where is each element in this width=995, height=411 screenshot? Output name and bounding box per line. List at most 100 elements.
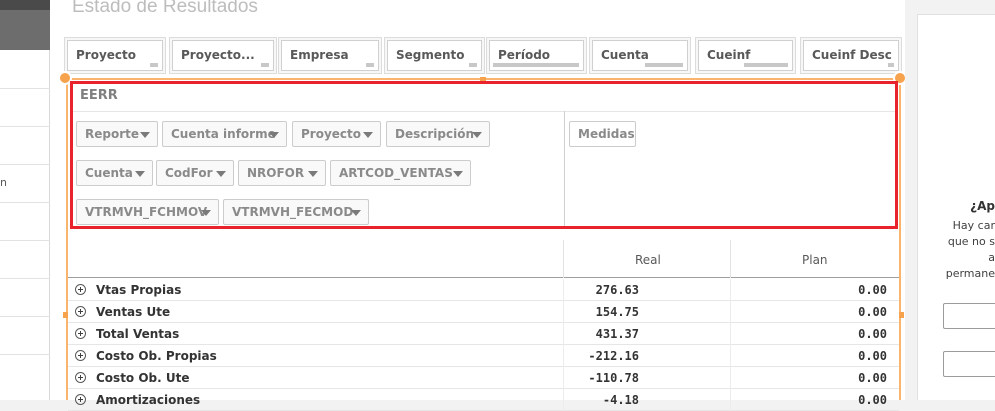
side-card: ¿Ap Hay car que no s a permane xyxy=(917,14,995,400)
filter-pane-periodo[interactable]: Período xyxy=(486,37,587,74)
expand-plus-icon[interactable] xyxy=(75,306,86,317)
filter-label: Cueinf Desc xyxy=(812,48,892,62)
caret-down-icon xyxy=(216,171,226,177)
sidebar-divider xyxy=(0,126,50,127)
dimension-chip-nrofor[interactable]: NROFOR xyxy=(238,160,326,186)
sidebar-divider xyxy=(0,278,50,279)
cell-plan: 0.00 xyxy=(858,371,887,385)
filter-pane-empresa[interactable]: Empresa xyxy=(278,37,382,74)
side-card-heading: ¿Ap xyxy=(970,199,995,213)
dimension-label: Cuenta informe xyxy=(171,127,276,141)
cell-real: 431.37 xyxy=(595,327,639,341)
caret-down-icon xyxy=(201,210,211,216)
dimension-chip-descripcion[interactable]: Descripción xyxy=(386,121,490,147)
sidebar-divider xyxy=(0,316,50,317)
dimension-chip-vtrmvh-fecmod[interactable]: VTRMVH_FECMOD xyxy=(223,199,369,225)
cell-real: -212.16 xyxy=(588,349,639,363)
dimension-label: Descripción xyxy=(395,127,474,141)
row-label: Ventas Ute xyxy=(96,305,171,319)
dimension-label: NROFOR xyxy=(247,166,305,180)
dimension-chip-reporte[interactable]: Reporte xyxy=(76,121,158,147)
cell-plan: 0.00 xyxy=(858,283,887,297)
side-card-text: que no s xyxy=(947,235,995,248)
dimension-label: VTRMVH_FCHMOV xyxy=(85,205,208,219)
column-header-plan[interactable]: Plan xyxy=(802,253,828,267)
filter-state-bar xyxy=(150,63,158,67)
filter-label: Empresa xyxy=(290,48,349,62)
filter-state-bar xyxy=(744,63,788,67)
filter-label: Cuenta xyxy=(601,48,649,62)
side-card-input[interactable] xyxy=(943,303,995,329)
dimension-label: Medidas xyxy=(578,127,635,141)
dimension-chip-artcod-ventas[interactable]: ARTCOD_VENTAS xyxy=(330,160,471,186)
filter-label: Proyecto... xyxy=(181,48,255,62)
expand-plus-icon[interactable] xyxy=(75,328,86,339)
pivot-panel-divider xyxy=(564,111,565,226)
filter-pane-segmento[interactable]: Segmento xyxy=(384,37,485,74)
dimension-label: CodFor xyxy=(165,166,213,180)
filter-state-bar xyxy=(888,63,894,67)
dimension-label: Cuenta xyxy=(85,166,133,180)
sidebar-divider xyxy=(0,88,50,89)
dimension-chip-codfor[interactable]: CodFor xyxy=(156,160,234,186)
caret-down-icon xyxy=(472,132,482,138)
filter-state-bar xyxy=(493,63,579,67)
dimension-chip-proyecto[interactable]: Proyecto xyxy=(292,121,381,147)
filter-pane-cueinf[interactable]: Cueinf xyxy=(695,37,796,74)
expand-plus-icon[interactable] xyxy=(75,284,86,295)
dimension-label: ARTCOD_VENTAS xyxy=(339,166,453,180)
left-sidebar: n xyxy=(0,0,50,400)
pivot-header-divider xyxy=(73,111,895,112)
sidebar-item-fragment[interactable]: n xyxy=(0,176,7,189)
expand-plus-icon[interactable] xyxy=(75,372,86,383)
filter-pane-cueinf-desc[interactable]: Cueinf Desc xyxy=(800,37,902,74)
filter-state-bar xyxy=(366,63,374,67)
right-side-panel: ¿Ap Hay car que no s a permane xyxy=(905,0,995,400)
table-row: Costo Ob. Ute -110.78 0.00 xyxy=(68,367,899,389)
row-label: Vtas Propias xyxy=(96,283,182,297)
sidebar-divider xyxy=(0,354,50,355)
table-row: Amortizaciones -4.18 0.00 xyxy=(68,389,899,411)
cell-plan: 0.00 xyxy=(858,305,887,319)
cell-real: 276.63 xyxy=(595,283,639,297)
pivot-title: EERR xyxy=(80,88,118,103)
row-label: Costo Ob. Ute xyxy=(96,371,190,385)
row-label: Amortizaciones xyxy=(96,393,201,407)
filter-pane-proyecto[interactable]: Proyecto xyxy=(64,37,166,74)
column-dimension-chip-medidas[interactable]: Medidas xyxy=(569,121,636,147)
caret-down-icon xyxy=(269,132,279,138)
filter-label: Cueinf xyxy=(707,48,751,62)
dimension-chip-cuenta-informe[interactable]: Cuenta informe xyxy=(162,121,287,147)
sheet-title: Estado de Resultados xyxy=(72,0,258,17)
row-label: Total Ventas xyxy=(96,327,180,341)
sidebar-header xyxy=(0,0,50,50)
filter-label: Período xyxy=(498,48,551,62)
caret-down-icon xyxy=(453,171,463,177)
dimension-label: Reporte xyxy=(85,127,140,141)
column-header-real[interactable]: Real xyxy=(635,253,661,267)
filter-pane-proyecto-desc[interactable]: Proyecto... xyxy=(169,37,277,74)
table-row: Costo Ob. Propias -212.16 0.00 xyxy=(68,345,899,367)
filter-pane-cuenta[interactable]: Cuenta xyxy=(589,37,691,74)
cell-plan: 0.00 xyxy=(858,393,887,407)
filter-label: Segmento xyxy=(396,48,465,62)
cell-real: 154.75 xyxy=(595,305,639,319)
dimension-chip-cuenta[interactable]: Cuenta xyxy=(76,160,153,186)
cell-real: -110.78 xyxy=(588,371,639,385)
cell-plan: 0.00 xyxy=(858,349,887,363)
caret-down-icon xyxy=(135,171,145,177)
filter-state-bar xyxy=(469,63,477,67)
caret-down-icon xyxy=(351,210,361,216)
table-column-header: Real Plan xyxy=(68,240,899,278)
caret-down-icon xyxy=(140,132,150,138)
filter-state-bar xyxy=(645,63,683,67)
cell-real: -4.18 xyxy=(602,393,639,407)
expand-plus-icon[interactable] xyxy=(75,350,86,361)
side-card-input[interactable] xyxy=(943,351,995,377)
cell-plan: 0.00 xyxy=(858,327,887,341)
sidebar-divider xyxy=(0,164,50,165)
sidebar-divider xyxy=(0,240,50,241)
filter-label: Proyecto xyxy=(76,48,137,62)
dimension-chip-vtrmvh-fchmov[interactable]: VTRMVH_FCHMOV xyxy=(76,199,219,225)
side-card-text: a xyxy=(988,251,995,264)
